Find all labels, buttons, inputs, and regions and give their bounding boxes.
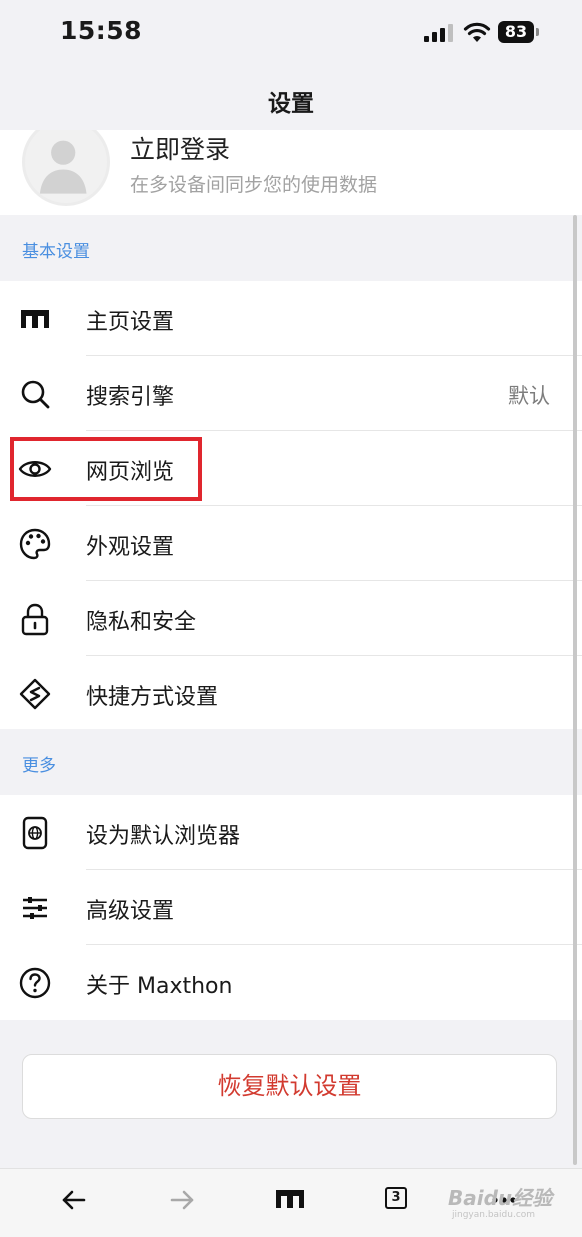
watermark: Baidu经验	[448, 1186, 553, 1210]
wifi-icon	[463, 22, 491, 42]
settings-item-privacy[interactable]: 隐私和安全	[0, 581, 582, 656]
profile-login-row[interactable]: 立即登录 在多设备间同步您的使用数据	[0, 130, 582, 215]
settings-item-label: 隐私和安全	[86, 610, 197, 635]
settings-item-advanced[interactable]: 高级设置	[0, 870, 582, 945]
watermark-url: jingyan.baidu.com	[452, 1210, 536, 1220]
phone-globe-icon	[22, 816, 48, 850]
settings-item-label: 设为默认浏览器	[86, 824, 241, 849]
page-title: 设置	[268, 91, 314, 117]
status-bar: 15:58 83	[0, 0, 582, 66]
settings-item-search-engine[interactable]: 搜索引擎 默认	[0, 356, 582, 431]
settings-item-label: 主页设置	[86, 310, 175, 335]
avatar[interactable]	[22, 130, 110, 206]
battery-level: 83	[498, 21, 534, 43]
scrollbar[interactable]	[573, 215, 577, 1165]
section-title-more: 更多	[22, 756, 56, 776]
forward-icon[interactable]	[164, 1182, 200, 1218]
restore-defaults-button[interactable]: 恢复默认设置	[22, 1054, 557, 1119]
settings-item-label: 关于 Maxthon	[86, 974, 233, 999]
tabs-icon[interactable]: 3	[385, 1187, 407, 1209]
login-subtitle: 在多设备间同步您的使用数据	[130, 174, 378, 196]
sliders-icon	[23, 897, 47, 919]
basic-settings-group: 主页设置 搜索引擎 默认 网页浏览 外观设置 隐私和安全 快捷方式设置	[0, 281, 582, 731]
palette-icon	[19, 528, 51, 560]
cellular-signal-icon	[424, 22, 454, 42]
settings-item-label: 搜索引擎	[86, 385, 175, 410]
lock-icon	[21, 603, 49, 636]
nav-bar: 设置	[0, 66, 582, 130]
back-icon[interactable]	[56, 1182, 92, 1218]
shortcut-icon	[19, 678, 51, 710]
settings-item-label: 快捷方式设置	[86, 685, 219, 710]
section-header-basic: 基本设置	[0, 215, 582, 281]
help-icon	[19, 967, 51, 999]
settings-item-appearance[interactable]: 外观设置	[0, 506, 582, 581]
user-silhouette-icon	[39, 140, 87, 194]
search-icon	[21, 380, 50, 409]
settings-item-label: 高级设置	[86, 899, 175, 924]
settings-item-about[interactable]: 关于 Maxthon	[0, 945, 582, 1020]
settings-item-homepage[interactable]: 主页设置	[0, 281, 582, 356]
search-engine-value: 默认	[508, 384, 550, 408]
battery-cap	[536, 28, 539, 36]
more-settings-group: 设为默认浏览器 高级设置 关于 Maxthon	[0, 795, 582, 1020]
settings-item-label: 外观设置	[86, 535, 175, 560]
highlight-box	[10, 437, 202, 501]
settings-item-default-browser[interactable]: 设为默认浏览器	[0, 795, 582, 870]
settings-item-shortcuts[interactable]: 快捷方式设置	[0, 656, 582, 731]
home-icon[interactable]	[272, 1182, 308, 1218]
section-title-basic: 基本设置	[22, 242, 90, 262]
section-header-more: 更多	[0, 729, 582, 795]
status-time: 15:58	[60, 16, 143, 45]
home-icon	[21, 310, 49, 328]
login-title: 立即登录	[130, 135, 231, 164]
